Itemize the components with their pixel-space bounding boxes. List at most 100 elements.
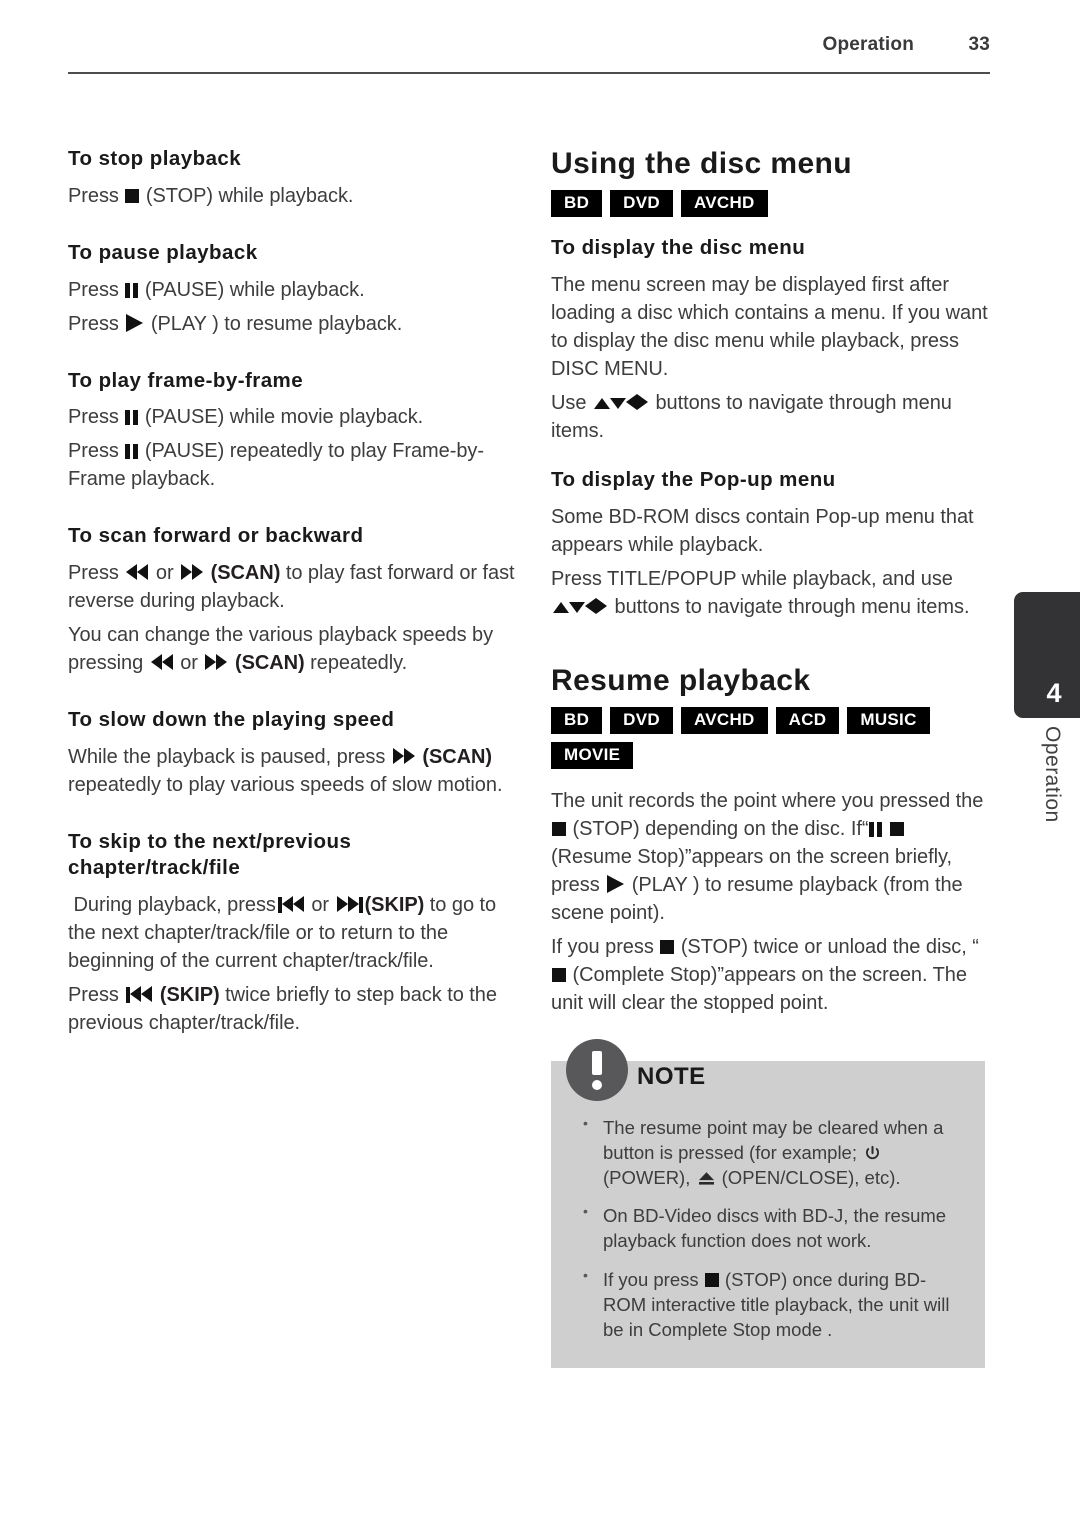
badge-music: MUSIC xyxy=(847,706,930,734)
or-word: or xyxy=(155,562,174,585)
stop-icon xyxy=(552,821,566,836)
section-heading: To skip to the next/previous chapter/tra… xyxy=(68,830,352,879)
note-text-b: (POWER), xyxy=(603,1167,691,1189)
pause-icon xyxy=(125,410,139,426)
chapter-tab-number: 4 xyxy=(1046,678,1062,708)
chapter-tab-label: Operation xyxy=(1041,726,1064,823)
skip-previous-icon xyxy=(126,984,153,1006)
pause-movie-caption: (PAUSE) while movie playback. xyxy=(144,406,424,429)
skip-head: During playback, press xyxy=(73,893,276,916)
section-heading: To stop playback xyxy=(68,147,242,170)
note-item: On BD-Video discs with BD-J, the resume … xyxy=(577,1202,959,1253)
section-heading: To play frame-by-frame xyxy=(68,368,304,392)
stop-icon xyxy=(552,967,566,982)
badge-movie: MOVIE xyxy=(551,741,634,769)
rewind-icon xyxy=(126,562,149,584)
note-text-a: If you press xyxy=(603,1268,699,1290)
header-row: Operation 33 xyxy=(68,34,990,56)
scan-change-tail: repeatedly. xyxy=(310,652,408,675)
note-list: The resume point may be cleared when a b… xyxy=(577,1114,959,1342)
badge-bd: BD xyxy=(551,706,603,734)
section-title-disc-menu: Using the disc menu xyxy=(551,147,852,180)
note-header: NOTE xyxy=(566,1038,706,1101)
header-chapter-name: Operation xyxy=(822,34,914,55)
note-callout: The resume point may be cleared when a b… xyxy=(551,1038,991,1369)
play-icon xyxy=(126,313,144,332)
badge-avchd: AVCHD xyxy=(680,190,768,218)
direction-pad-icons xyxy=(593,392,648,414)
or-word: or xyxy=(180,652,198,675)
section-slow-down: To slow down the playing speed While the… xyxy=(68,707,520,799)
resume-text-b: (STOP) depending on the disc. xyxy=(572,817,846,840)
slow-head: While the playback is paused, press xyxy=(68,746,386,769)
badge-dvd: DVD xyxy=(610,190,673,218)
stop-caption: (STOP) while playback. xyxy=(145,184,354,207)
section-heading: To pause playback xyxy=(68,240,258,264)
scan-keyword: (SCAN) xyxy=(422,746,493,769)
press-word: Press xyxy=(68,406,119,429)
note-box: The resume point may be cleared when a b… xyxy=(551,1060,985,1369)
stop-icon xyxy=(660,939,675,954)
section-stop-playback: To stop playback Press (STOP) while play… xyxy=(68,146,520,210)
navigate-caption: buttons to navigate through menu items. xyxy=(614,595,970,618)
fast-forward-icon xyxy=(181,562,204,584)
press-word: Press xyxy=(68,562,119,585)
skip-keyword: (SKIP) xyxy=(159,983,220,1006)
resume-text-g: (STOP) twice or unload the disc, xyxy=(680,935,967,958)
popup-head: Press TITLE/POPUP while playback, and us… xyxy=(551,567,953,590)
section-body-line-2: Press (SKIP) twice briefly to step back … xyxy=(68,981,520,1037)
disc-type-badges-disc-menu: BD DVD AVCHD xyxy=(551,190,971,218)
section-skip: To skip to the next/previous chapter/tra… xyxy=(68,829,520,1037)
resume-text-i: (Complete Stop)”appears on the screen. T… xyxy=(551,963,967,1014)
scan-keyword: (SCAN) xyxy=(210,562,281,585)
chapter-tab: 4 xyxy=(1014,592,1080,718)
fast-forward-icon xyxy=(205,652,228,674)
section-body-line-1: During playback, press or (SKIP) to go t… xyxy=(68,891,520,975)
pause-icon xyxy=(125,444,139,460)
stop-icon xyxy=(125,188,140,203)
badge-avchd: AVCHD xyxy=(680,706,768,734)
play-icon xyxy=(607,874,625,893)
power-icon xyxy=(864,1145,881,1162)
section-paragraph-1: The menu screen may be displayed first a… xyxy=(551,273,988,380)
note-text-c: (OPEN/CLOSE), etc). xyxy=(721,1167,901,1189)
section-title-resume-playback: Resume playback xyxy=(551,663,811,697)
section-body: Press (STOP) while playback. xyxy=(68,182,520,210)
scan-keyword: (SCAN) xyxy=(234,652,305,675)
stop-icon xyxy=(704,1272,719,1287)
exclamation-icon xyxy=(566,1038,628,1101)
section-scan: To scan forward or backward Press or (SC… xyxy=(68,523,520,677)
play-caption: (PLAY ) to resume playback. xyxy=(150,312,403,335)
press-word: Press xyxy=(68,278,119,301)
resume-text-a: The unit records the point where you pre… xyxy=(551,789,984,812)
page-number: 33 xyxy=(968,34,990,55)
press-word: Press xyxy=(68,983,119,1006)
pause-caption: (PAUSE) while playback. xyxy=(144,278,365,301)
section-body-line-2: Press (PAUSE) repeatedly to play Frame-b… xyxy=(68,437,520,493)
pause-icon xyxy=(125,282,139,298)
eject-icon xyxy=(698,1171,715,1186)
left-column: To stop playback Press (STOP) while play… xyxy=(68,146,520,1067)
subsection-display-popup-menu: To display the Pop-up menu Some BD-ROM d… xyxy=(551,467,991,621)
section-body-line-2: Press (PLAY ) to resume playback. xyxy=(68,310,520,338)
direction-pad-icons xyxy=(553,596,607,618)
page-header: Operation 33 xyxy=(68,34,990,74)
note-item: If you press (STOP) once during BD-ROM i… xyxy=(577,1266,959,1342)
resume-text-f: If you press xyxy=(551,935,654,958)
section-paragraph-2: Use buttons to navigate through menu ite… xyxy=(551,389,991,445)
section-heading: To slow down the playing speed xyxy=(68,708,395,732)
right-column: Using the disc menu BD DVD AVCHD To disp… xyxy=(551,146,991,1369)
use-word: Use xyxy=(551,391,587,414)
section-paragraph-1: Some BD-ROM discs contain Pop-up menu th… xyxy=(551,505,974,556)
section-heading: To display the Pop-up menu xyxy=(551,467,836,491)
section-paragraph-2: Press TITLE/POPUP while playback, and us… xyxy=(551,565,991,621)
skip-next-icon xyxy=(336,894,363,916)
section-frame-by-frame: To play frame-by-frame Press (PAUSE) whi… xyxy=(68,368,520,494)
resume-text-c: If“ xyxy=(850,817,869,840)
disc-type-badges-resume: BD DVD AVCHD ACD MUSIC MOVIE xyxy=(551,706,971,769)
badge-acd: ACD xyxy=(775,706,840,734)
section-pause-playback: To pause playback Press (PAUSE) while pl… xyxy=(68,240,520,338)
note-title: NOTE xyxy=(637,1062,706,1090)
note-text-a: On BD-Video discs with BD-J, the resume … xyxy=(603,1205,947,1252)
skip-previous-icon xyxy=(277,894,304,916)
